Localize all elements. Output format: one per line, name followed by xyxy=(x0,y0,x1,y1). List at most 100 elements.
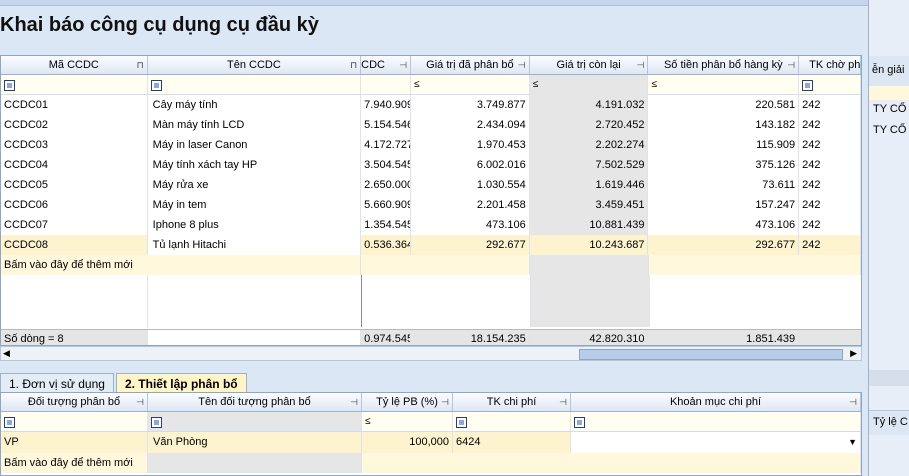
cell-remaining[interactable]: 4.191.032 xyxy=(529,95,649,115)
pin-icon[interactable]: ⊣ xyxy=(849,393,857,411)
col-header-code[interactable]: Mã CCDC ⊓ xyxy=(1,56,148,74)
col-header-cost[interactable]: CDC ⊣ xyxy=(361,56,412,74)
cell-remaining[interactable]: 10.881.439 xyxy=(529,215,649,235)
cell-cost[interactable]: 5.660.909 xyxy=(361,195,412,215)
cell-remaining[interactable]: 7.502.529 xyxy=(529,155,649,175)
table-row[interactable]: CCDC04 Máy tính xách tay HP 3.504.545 6.… xyxy=(1,155,861,175)
cell-account[interactable]: 242 xyxy=(799,95,861,115)
filter-operator[interactable]: ≤ xyxy=(362,412,453,432)
table-row[interactable]: CCDC03 Máy in laser Canon 4.172.727 1.97… xyxy=(1,135,861,155)
scroll-right-icon[interactable]: ▶ xyxy=(850,348,857,359)
cell-account[interactable]: 242 xyxy=(799,115,861,135)
pin-icon[interactable]: ⊓ xyxy=(350,56,357,74)
cell-name[interactable]: Máy in tem xyxy=(148,195,362,215)
cell-name[interactable]: Tủ lạnh Hitachi xyxy=(147,235,362,255)
cell-code[interactable]: CCDC08 xyxy=(1,235,148,255)
col-header-object[interactable]: Đối tượng phân bổ ⊣ xyxy=(1,393,148,411)
cell-allocated[interactable]: 3.749.877 xyxy=(411,95,530,115)
pin-icon[interactable]: ⊣ xyxy=(350,393,358,411)
col-header-account[interactable]: TK chờ ph xyxy=(799,56,861,74)
table-row[interactable]: CCDC07 Iphone 8 plus 1.354.545 473.106 1… xyxy=(1,215,861,235)
table-row[interactable]: CCDC02 Màn máy tính LCD 5.154.546 2.434.… xyxy=(1,115,861,135)
filter-checkbox-icon[interactable] xyxy=(4,80,15,91)
table-row-selected[interactable]: CCDC08 Tủ lạnh Hitachi 0.536.364 292.677… xyxy=(1,235,861,255)
cell-name[interactable]: Máy in laser Canon xyxy=(148,135,362,155)
cell-per-period[interactable]: 73.611 xyxy=(648,175,800,195)
cell-allocated[interactable]: 1.970.453 xyxy=(411,135,530,155)
filter-operator[interactable]: ≤ xyxy=(648,75,800,95)
cell-object-name[interactable]: Văn Phòng xyxy=(148,432,362,453)
cell-name[interactable]: Màn máy tính LCD xyxy=(148,115,362,135)
cell-cost[interactable]: 1.354.545 xyxy=(361,215,412,235)
cell-cost[interactable]: 5.154.546 xyxy=(361,115,412,135)
cell-remaining[interactable]: 3.459.451 xyxy=(529,195,649,215)
col-header-ratio[interactable]: Tỷ lệ PB (%) ⊣ xyxy=(362,393,453,411)
cell-remaining[interactable]: 1.619.446 xyxy=(529,175,649,195)
scroll-left-icon[interactable]: ◀ xyxy=(3,348,10,359)
cell-object[interactable]: VP xyxy=(1,432,148,453)
cell-code[interactable]: CCDC01 xyxy=(1,95,148,115)
col-header-object-name[interactable]: Tên đối tượng phân bổ ⊣ xyxy=(148,393,362,411)
cell-cost[interactable]: 3.504.545 xyxy=(361,155,412,175)
add-new-row-text[interactable]: Bấm vào đây để thêm mới xyxy=(1,255,362,275)
filter-checkbox-icon[interactable] xyxy=(574,417,585,428)
add-new-row[interactable]: Bấm vào đây để thêm mới xyxy=(1,453,861,473)
table-row[interactable]: CCDC05 Máy rửa xe 2.650.000 1.030.554 1.… xyxy=(1,175,861,195)
cell-allocated[interactable]: 1.030.554 xyxy=(411,175,530,195)
cell-name[interactable]: Máy tính xách tay HP xyxy=(148,155,362,175)
cell-per-period[interactable]: 143.182 xyxy=(648,115,800,135)
pin-icon[interactable]: ⊣ xyxy=(399,56,407,74)
cell-expense-item[interactable]: ▼ xyxy=(571,432,861,453)
pin-icon[interactable]: ⊣ xyxy=(136,393,144,411)
pin-icon[interactable]: ⊓ xyxy=(137,56,144,74)
cell-per-period[interactable]: 375.126 xyxy=(648,155,800,175)
cell-per-period[interactable]: 220.581 xyxy=(648,95,800,115)
cell-allocated[interactable]: 2.201.458 xyxy=(411,195,530,215)
col-header-expense-item[interactable]: Khoản mục chi phí ⊣ xyxy=(571,393,861,411)
filter-checkbox-icon[interactable] xyxy=(151,417,162,428)
cell-allocated[interactable]: 292.677 xyxy=(411,235,530,255)
cell-account[interactable]: 242 xyxy=(799,235,861,255)
cell-code[interactable]: CCDC06 xyxy=(1,195,148,215)
cell-name[interactable]: Iphone 8 plus xyxy=(148,215,362,235)
cell-name[interactable]: Cây máy tính xyxy=(148,95,362,115)
cell-remaining[interactable]: 2.720.452 xyxy=(529,115,649,135)
cell-allocated[interactable]: 2.434.094 xyxy=(411,115,530,135)
cell-code[interactable]: CCDC02 xyxy=(1,115,148,135)
col-header-per-period[interactable]: Số tiền phân bổ hàng kỳ ⊣ xyxy=(648,56,800,74)
cell-expense-account[interactable]: 6424 xyxy=(453,432,571,453)
add-new-row[interactable]: Bấm vào đây để thêm mới xyxy=(1,255,861,275)
cell-per-period[interactable]: 473.106 xyxy=(648,215,800,235)
filter-checkbox-icon[interactable] xyxy=(4,417,15,428)
tab-thiet-lap-phan-bo[interactable]: 2. Thiết lập phân bổ xyxy=(115,373,247,394)
cell-code[interactable]: CCDC04 xyxy=(1,155,148,175)
allocation-grid[interactable]: Đối tượng phân bổ ⊣ Tên đối tượng phân bổ… xyxy=(0,392,862,476)
cell-allocated[interactable]: 473.106 xyxy=(411,215,530,235)
pin-icon[interactable]: ⊣ xyxy=(559,393,567,411)
cell-remaining[interactable]: 2.202.274 xyxy=(529,135,649,155)
filter-row[interactable]: ≤ ≤ ≤ xyxy=(1,75,861,95)
col-header-allocated[interactable]: Giá trị đã phân bổ ⊣ xyxy=(411,56,530,74)
col-header-remaining[interactable]: Giá trị còn lại ⊣ xyxy=(530,56,649,74)
cell-name[interactable]: Máy rửa xe xyxy=(148,175,362,195)
cell-per-period[interactable]: 292.677 xyxy=(648,235,800,255)
cell-allocated[interactable]: 6.002.016 xyxy=(411,155,530,175)
cell-per-period[interactable]: 157.247 xyxy=(648,195,800,215)
pin-icon[interactable]: ⊣ xyxy=(787,56,795,74)
cell-cost[interactable]: 2.650.000 xyxy=(361,175,412,195)
filter-checkbox-icon[interactable] xyxy=(150,80,162,91)
table-row[interactable]: CCDC06 Máy in tem 5.660.909 2.201.458 3.… xyxy=(1,195,861,215)
cell-ratio[interactable]: 100,000 xyxy=(362,432,453,453)
cell-code[interactable]: CCDC07 xyxy=(1,215,148,235)
tab-don-vi-su-dung[interactable]: 1. Đơn vị sử dụng xyxy=(0,373,114,394)
cell-account[interactable]: 242 xyxy=(799,195,861,215)
cell-per-period[interactable]: 115.909 xyxy=(648,135,800,155)
cell-account[interactable]: 242 xyxy=(799,135,861,155)
dropdown-arrow-icon[interactable]: ▼ xyxy=(848,432,857,453)
cell-cost[interactable]: 7.940.909 xyxy=(361,95,412,115)
scrollbar-thumb[interactable] xyxy=(579,349,843,360)
cell-remaining[interactable]: 10.243.687 xyxy=(530,235,649,255)
filter-checkbox-icon[interactable] xyxy=(456,417,467,428)
filter-checkbox-icon[interactable] xyxy=(802,80,814,91)
table-row[interactable]: CCDC01 Cây máy tính 7.940.909 3.749.877 … xyxy=(1,95,861,115)
